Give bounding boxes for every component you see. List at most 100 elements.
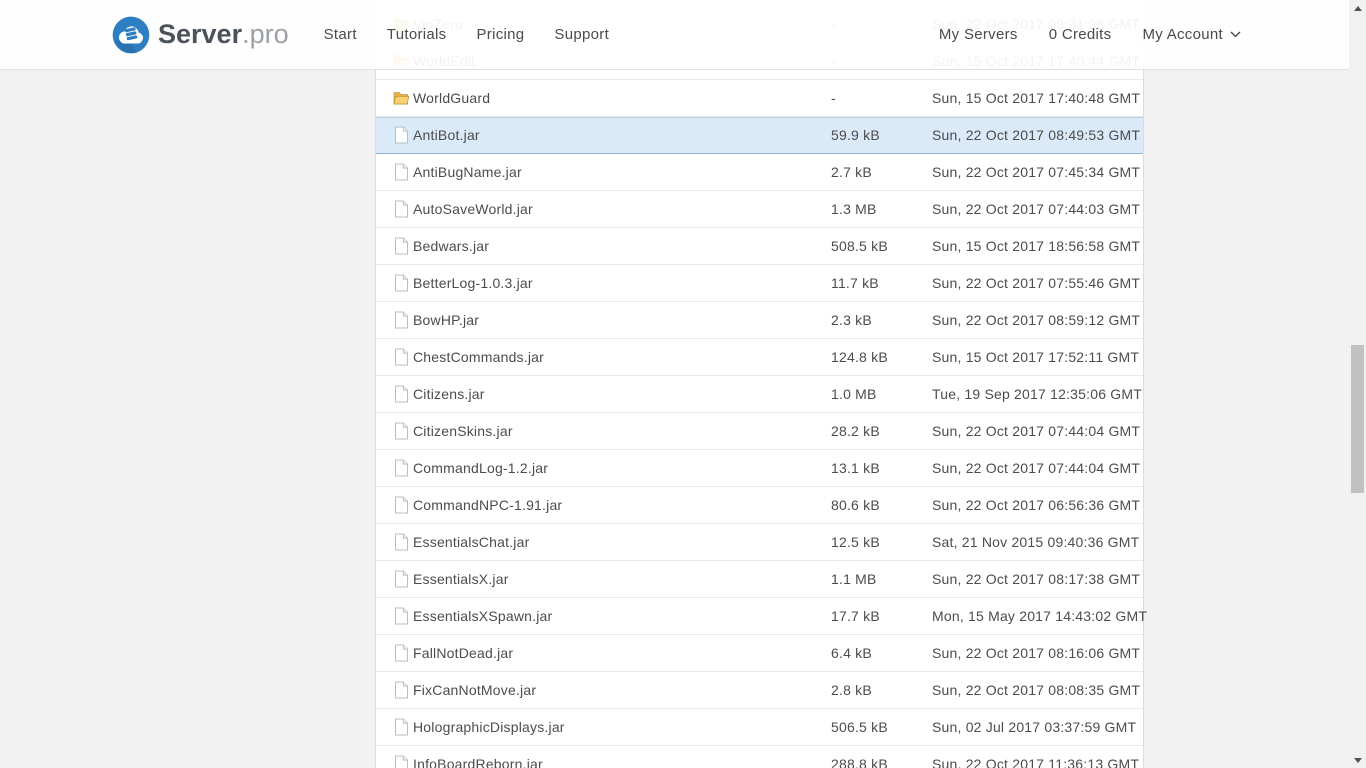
chevron-down-icon <box>1230 31 1241 38</box>
file-modified: Sat, 21 Nov 2015 09:40:36 GMT <box>932 534 1140 550</box>
file-icon <box>394 163 408 181</box>
file-name: AntiBot.jar <box>413 127 480 143</box>
file-icon <box>394 385 408 403</box>
file-size: 13.1 kB <box>831 460 880 476</box>
file-name: CommandLog-1.2.jar <box>413 460 549 476</box>
table-row[interactable]: BetterLog-1.0.3.jar 11.7 kB Sun, 22 Oct … <box>376 265 1143 302</box>
file-size: 17.7 kB <box>831 608 880 624</box>
file-size: - <box>831 90 836 106</box>
brand-name-pro: .pro <box>242 19 289 49</box>
file-table-rows: VipZero - Sun, 22 Oct 2017 09:31:08 GMT … <box>376 6 1147 768</box>
file-icon <box>394 607 408 625</box>
row-icon-wrap <box>392 607 410 625</box>
account-nav: My Servers 0 Credits My Account <box>908 26 1241 43</box>
table-row[interactable]: BowHP.jar 2.3 kB Sun, 22 Oct 2017 08:59:… <box>376 302 1143 339</box>
nav-item-support[interactable]: Support <box>554 26 609 43</box>
table-row[interactable]: FallNotDead.jar 6.4 kB Sun, 22 Oct 2017 … <box>376 635 1143 672</box>
file-icon <box>394 126 408 144</box>
row-icon-wrap <box>392 274 410 292</box>
scrollbar-down-button[interactable] <box>1349 752 1366 768</box>
file-table: VipZero - Sun, 22 Oct 2017 09:31:08 GMT … <box>375 0 1147 768</box>
nav-item-start[interactable]: Start <box>324 26 357 43</box>
scrollbar-thumb[interactable] <box>1351 345 1364 493</box>
row-icon-wrap <box>392 311 410 329</box>
file-icon <box>394 348 408 366</box>
table-row[interactable]: CommandNPC-1.91.jar 80.6 kB Sun, 22 Oct … <box>376 487 1143 524</box>
table-row[interactable]: CommandLog-1.2.jar 13.1 kB Sun, 22 Oct 2… <box>376 450 1143 487</box>
file-modified: Sun, 22 Oct 2017 07:44:03 GMT <box>932 201 1141 217</box>
file-size: 1.0 MB <box>831 386 877 402</box>
file-size: 11.7 kB <box>831 275 879 291</box>
file-name: AutoSaveWorld.jar <box>413 201 533 217</box>
file-size: 12.5 kB <box>831 534 880 550</box>
file-icon <box>394 644 408 662</box>
file-modified: Mon, 15 May 2017 14:43:02 GMT <box>932 608 1148 624</box>
table-row[interactable]: CitizenSkins.jar 28.2 kB Sun, 22 Oct 201… <box>376 413 1143 450</box>
row-icon-wrap <box>392 89 410 107</box>
file-name: EssentialsChat.jar <box>413 534 530 550</box>
row-icon-wrap <box>392 200 410 218</box>
file-name: WorldGuard <box>413 90 491 106</box>
file-modified: Sun, 22 Oct 2017 08:17:38 GMT <box>932 571 1141 587</box>
table-row[interactable]: Bedwars.jar 508.5 kB Sun, 15 Oct 2017 18… <box>376 228 1143 265</box>
file-size: 80.6 kB <box>831 497 880 513</box>
my-account-label: My Account <box>1142 26 1223 43</box>
file-size: 1.1 MB <box>831 571 877 587</box>
table-row[interactable]: HolographicDisplays.jar 506.5 kB Sun, 02… <box>376 709 1143 746</box>
file-size: 288.8 kB <box>831 756 888 768</box>
file-name: BetterLog-1.0.3.jar <box>413 275 533 291</box>
file-size: 2.7 kB <box>831 164 872 180</box>
scrollbar-up-button[interactable] <box>1349 0 1366 16</box>
vertical-scrollbar[interactable] <box>1349 0 1366 768</box>
file-icon <box>394 237 408 255</box>
nav-item-credits[interactable]: 0 Credits <box>1049 26 1112 43</box>
file-icon <box>394 274 408 292</box>
file-size: 2.3 kB <box>831 312 872 328</box>
file-size: 1.3 MB <box>831 201 877 217</box>
file-icon <box>394 755 408 768</box>
row-icon-wrap <box>392 126 410 144</box>
file-modified: Sun, 22 Oct 2017 06:56:36 GMT <box>932 497 1141 513</box>
main-nav: Start Tutorials Pricing Support <box>324 26 639 43</box>
file-icon <box>394 200 408 218</box>
row-icon-wrap <box>392 496 410 514</box>
nav-item-my-account[interactable]: My Account <box>1142 26 1241 43</box>
row-icon-wrap <box>392 755 410 768</box>
file-name: EssentialsXSpawn.jar <box>413 608 553 624</box>
file-name: FallNotDead.jar <box>413 645 514 661</box>
brand-logo[interactable]: Server.pro <box>112 16 289 54</box>
brand-name-server: Server <box>158 19 243 49</box>
file-modified: Tue, 19 Sep 2017 12:35:06 GMT <box>932 386 1142 402</box>
table-row[interactable]: InfoBoardReborn.jar 288.8 kB Sun, 22 Oct… <box>376 746 1143 768</box>
table-row[interactable]: FixCanNotMove.jar 2.8 kB Sun, 22 Oct 201… <box>376 672 1143 709</box>
file-modified: Sun, 22 Oct 2017 07:44:04 GMT <box>932 460 1141 476</box>
table-row[interactable]: AutoSaveWorld.jar 1.3 MB Sun, 22 Oct 201… <box>376 191 1143 228</box>
table-row[interactable]: Citizens.jar 1.0 MB Tue, 19 Sep 2017 12:… <box>376 376 1143 413</box>
table-row[interactable]: EssentialsXSpawn.jar 17.7 kB Mon, 15 May… <box>376 598 1147 635</box>
file-size: 508.5 kB <box>831 238 888 254</box>
table-row[interactable]: EssentialsChat.jar 12.5 kB Sat, 21 Nov 2… <box>376 524 1143 561</box>
row-icon-wrap <box>392 422 410 440</box>
file-name: BowHP.jar <box>413 312 480 328</box>
nav-item-pricing[interactable]: Pricing <box>476 26 524 43</box>
table-row[interactable]: AntiBugName.jar 2.7 kB Sun, 22 Oct 2017 … <box>376 154 1143 191</box>
file-name: HolographicDisplays.jar <box>413 719 565 735</box>
file-modified: Sun, 15 Oct 2017 17:40:48 GMT <box>932 90 1141 106</box>
file-icon <box>394 681 408 699</box>
row-icon-wrap <box>392 644 410 662</box>
file-modified: Sun, 22 Oct 2017 08:08:35 GMT <box>932 682 1141 698</box>
file-size: 59.9 kB <box>831 127 880 143</box>
nav-item-tutorials[interactable]: Tutorials <box>387 26 447 43</box>
table-row[interactable]: EssentialsX.jar 1.1 MB Sun, 22 Oct 2017 … <box>376 561 1143 598</box>
file-modified: Sun, 22 Oct 2017 08:16:06 GMT <box>932 645 1141 661</box>
file-size: 2.8 kB <box>831 682 872 698</box>
file-name: CommandNPC-1.91.jar <box>413 497 563 513</box>
server-pro-logo-icon <box>112 16 150 53</box>
table-row[interactable]: ChestCommands.jar 124.8 kB Sun, 15 Oct 2… <box>376 339 1143 376</box>
table-row[interactable]: WorldGuard - Sun, 15 Oct 2017 17:40:48 G… <box>376 80 1143 117</box>
row-icon-wrap <box>392 348 410 366</box>
file-modified: Sun, 15 Oct 2017 17:52:11 GMT <box>932 349 1140 365</box>
file-name: Citizens.jar <box>413 386 485 402</box>
table-row[interactable]: AntiBot.jar 59.9 kB Sun, 22 Oct 2017 08:… <box>376 117 1143 154</box>
nav-item-my-servers[interactable]: My Servers <box>939 26 1018 43</box>
